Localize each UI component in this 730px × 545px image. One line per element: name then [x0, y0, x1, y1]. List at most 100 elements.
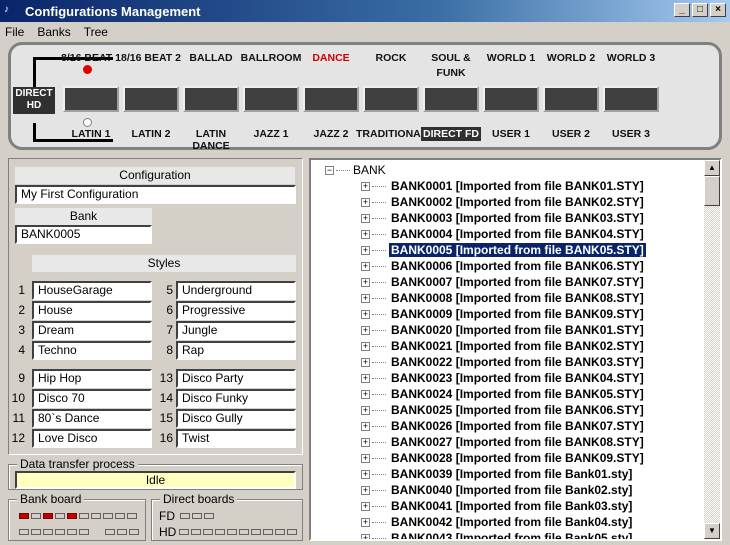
style-label-top[interactable]: WORLD 1	[479, 51, 543, 66]
style-label-top[interactable]: ROCK	[359, 51, 423, 66]
style-field[interactable]: Progressive	[176, 301, 296, 320]
style-field[interactable]: Dream	[32, 321, 152, 340]
collapse-icon[interactable]: −	[325, 165, 334, 175]
tree-item[interactable]: + BANK0024 [Imported from file BANK05.STY…	[361, 386, 646, 402]
style-label-bottom[interactable]: USER 3	[596, 128, 666, 140]
style-field[interactable]: Rap	[176, 341, 296, 360]
expand-icon[interactable]: +	[361, 437, 370, 447]
style-pad-button[interactable]	[423, 86, 479, 112]
style-field[interactable]: Disco Funky	[176, 389, 296, 408]
tree-item[interactable]: + BANK0041 [Imported from file Bank03.sty…	[361, 498, 634, 514]
tree-item[interactable]: + BANK0027 [Imported from file BANK08.STY…	[361, 434, 646, 450]
style-field[interactable]: Twist	[176, 429, 296, 448]
expand-icon[interactable]: +	[361, 341, 370, 351]
style-label-top[interactable]: WORLD 3	[599, 51, 663, 66]
expand-icon[interactable]: +	[361, 197, 370, 207]
style-pad-button[interactable]	[483, 86, 539, 112]
tree-item[interactable]: + BANK0006 [Imported from file BANK06.STY…	[361, 258, 646, 274]
style-label-top[interactable]: BALLROOM	[239, 51, 303, 66]
tree-item[interactable]: + BANK0039 [Imported from file Bank01.sty…	[361, 466, 634, 482]
tree-item[interactable]: + BANK0001 [Imported from file BANK01.STY…	[361, 178, 646, 194]
style-pad-button[interactable]	[303, 86, 359, 112]
expand-icon[interactable]: +	[361, 453, 370, 463]
style-field[interactable]: Disco 70	[32, 389, 152, 408]
expand-icon[interactable]: +	[361, 293, 370, 303]
style-field[interactable]: 80`s Dance	[32, 409, 152, 428]
menu-tree[interactable]: Tree	[84, 25, 108, 39]
tree-root[interactable]: − BANK	[325, 162, 386, 178]
tree-item[interactable]: + BANK0008 [Imported from file BANK08.STY…	[361, 290, 646, 306]
style-label-top[interactable]: WORLD 2	[539, 51, 603, 66]
tree-item[interactable]: + BANK0025 [Imported from file BANK06.STY…	[361, 402, 646, 418]
style-label-top[interactable]: SOUL & FUNK	[419, 51, 483, 81]
bank-tree[interactable]: − BANK ▲ ▼ + BANK0001 [Imported from file…	[309, 158, 722, 541]
configuration-field[interactable]: My First Configuration	[15, 185, 296, 204]
style-pad-button[interactable]	[543, 86, 599, 112]
tree-item[interactable]: + BANK0023 [Imported from file BANK04.STY…	[361, 370, 646, 386]
tree-item[interactable]: + BANK0007 [Imported from file BANK07.STY…	[361, 274, 646, 290]
style-field[interactable]: Disco Gully	[176, 409, 296, 428]
scroll-up-button[interactable]: ▲	[704, 160, 720, 176]
style-field[interactable]: Techno	[32, 341, 152, 360]
style-label-top[interactable]: DANCE	[299, 51, 363, 66]
expand-icon[interactable]: +	[361, 245, 370, 255]
close-button[interactable]: ×	[710, 3, 726, 17]
tree-item[interactable]: + BANK0004 [Imported from file BANK04.STY…	[361, 226, 646, 242]
tree-item[interactable]: + BANK0022 [Imported from file BANK03.STY…	[361, 354, 646, 370]
expand-icon[interactable]: +	[361, 533, 370, 539]
style-field[interactable]: House	[32, 301, 152, 320]
expand-icon[interactable]: +	[361, 309, 370, 319]
tree-item[interactable]: + BANK0003 [Imported from file BANK03.STY…	[361, 210, 646, 226]
style-field[interactable]: Underground	[176, 281, 296, 300]
expand-icon[interactable]: +	[361, 373, 370, 383]
tree-item[interactable]: + BANK0026 [Imported from file BANK07.STY…	[361, 418, 646, 434]
style-field[interactable]: Love Disco	[32, 429, 152, 448]
bank-field[interactable]: BANK0005	[15, 225, 152, 244]
expand-icon[interactable]: +	[361, 501, 370, 511]
style-pad-button[interactable]	[243, 86, 299, 112]
style-label-top[interactable]: 8/16 BEAT 1	[59, 51, 123, 66]
tree-item-label: BANK0042 [Imported from file Bank04.sty]	[391, 515, 633, 529]
tree-item[interactable]: + BANK0009 [Imported from file BANK09.STY…	[361, 306, 646, 322]
minimize-button[interactable]: _	[674, 3, 690, 17]
scroll-thumb[interactable]	[704, 176, 720, 206]
style-field[interactable]: HouseGarage	[32, 281, 152, 300]
tree-item[interactable]: + BANK0043 [Imported from file Bank05.sty…	[361, 530, 634, 539]
maximize-button[interactable]: □	[692, 3, 708, 17]
style-pad-button[interactable]	[183, 86, 239, 112]
expand-icon[interactable]: +	[361, 389, 370, 399]
tree-item[interactable]: + BANK0002 [Imported from file BANK02.STY…	[361, 194, 646, 210]
tree-item[interactable]: + BANK0042 [Imported from file Bank04.sty…	[361, 514, 634, 530]
expand-icon[interactable]: +	[361, 213, 370, 223]
style-field[interactable]: Jungle	[176, 321, 296, 340]
menu-banks[interactable]: Banks	[37, 25, 70, 39]
style-field[interactable]: Hip Hop	[32, 369, 152, 388]
style-pad-button[interactable]	[123, 86, 179, 112]
style-pad-button[interactable]	[603, 86, 659, 112]
expand-icon[interactable]: +	[361, 325, 370, 335]
vertical-scrollbar[interactable]: ▲ ▼	[704, 160, 720, 539]
menu-file[interactable]: File	[5, 25, 24, 39]
expand-icon[interactable]: +	[361, 261, 370, 271]
expand-icon[interactable]: +	[361, 485, 370, 495]
scroll-down-button[interactable]: ▼	[704, 523, 720, 539]
tree-item[interactable]: + BANK0021 [Imported from file BANK02.STY…	[361, 338, 646, 354]
style-label-top[interactable]: 8/16 BEAT 2	[119, 51, 183, 66]
expand-icon[interactable]: +	[361, 181, 370, 191]
expand-icon[interactable]: +	[361, 357, 370, 367]
expand-icon[interactable]: +	[361, 277, 370, 287]
expand-icon[interactable]: +	[361, 229, 370, 239]
expand-icon[interactable]: +	[361, 421, 370, 431]
tree-connector	[372, 233, 386, 235]
expand-icon[interactable]: +	[361, 405, 370, 415]
expand-icon[interactable]: +	[361, 517, 370, 527]
tree-item[interactable]: + BANK0028 [Imported from file BANK09.STY…	[361, 450, 646, 466]
expand-icon[interactable]: +	[361, 469, 370, 479]
style-pad-button[interactable]	[363, 86, 419, 112]
style-label-top[interactable]: BALLAD	[179, 51, 243, 66]
tree-item[interactable]: + BANK0005 [Imported from file BANK05.STY…	[361, 242, 647, 258]
style-field[interactable]: Disco Party	[176, 369, 296, 388]
tree-item[interactable]: + BANK0020 [Imported from file BANK01.STY…	[361, 322, 646, 338]
style-pad-button[interactable]	[63, 86, 119, 112]
tree-item[interactable]: + BANK0040 [Imported from file Bank02.sty…	[361, 482, 634, 498]
